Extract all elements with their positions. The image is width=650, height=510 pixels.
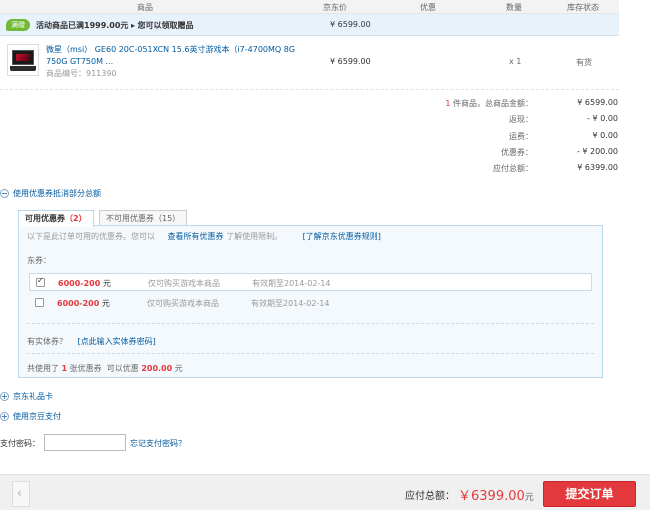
product-thumbnail[interactable] (7, 44, 39, 76)
coupon-rules-link[interactable]: [了解京东优惠券规则] (303, 232, 381, 241)
coupon-list: 6000-200 元 仅可购买游戏本商品 有效期至2014-02-14 6000… (29, 273, 592, 315)
promo-text: 活动商品已满1999.00元 ▸ 您可以领取赠品 (36, 21, 194, 30)
collapse-side-button[interactable] (12, 481, 30, 507)
summary-coupon: 优惠券： - ¥ 200.00 (501, 147, 618, 157)
coupon-panel: 以下是此订单可用的优惠券。您可以 查看所有优惠券 了解使用限制。 [了解京东优惠… (18, 225, 603, 378)
promo-row: 满赠 活动商品已满1999.00元 ▸ 您可以领取赠品 ¥ 6599.00 (0, 14, 619, 36)
footer-payable-label: 应付总额： (405, 491, 455, 502)
footer-payable-amount: ￥6399.00元 (458, 489, 534, 504)
coupon-item[interactable]: 6000-200 元 仅可购买游戏本商品 有效期至2014-02-14 (29, 273, 592, 291)
physical-coupon-row: 有实体券？ [点此输入实体券密码] (27, 337, 156, 346)
promo-price: ¥ 6599.00 (330, 20, 371, 29)
pay-password-label: 支付密码： (0, 439, 40, 448)
promo-badge: 满赠 (6, 19, 30, 31)
pay-password-input[interactable] (44, 434, 126, 451)
divider (27, 353, 594, 354)
col-discount: 优惠 (420, 3, 436, 12)
product-row: 微星（msi） GE60 20C-051XCN 15.6英寸游戏本（i7-470… (0, 36, 619, 90)
tab-unavailable-coupons[interactable]: 不可用优惠券（15） (99, 210, 188, 226)
table-header: 商品 京东价 优惠 数量 库存状态 (0, 0, 619, 14)
view-all-coupons-link[interactable]: 查看所有优惠券 (168, 232, 224, 241)
page-right-margin (636, 0, 650, 474)
product-quantity: x 1 (509, 57, 522, 66)
enter-physical-coupon-link[interactable]: [点此输入实体券密码] (78, 337, 156, 346)
coupon-note: 以下是此订单可用的优惠券。您可以 查看所有优惠券 了解使用限制。 [了解京东优惠… (27, 232, 381, 241)
jingdou-toggle[interactable]: 使用京豆支付 (0, 411, 61, 423)
product-name-link[interactable]: 微星（msi） GE60 20C-051XCN 15.6英寸游戏本（i7-470… (46, 44, 296, 68)
coupon-checkbox[interactable] (36, 276, 45, 287)
product-stock: 有货 (576, 58, 592, 67)
expand-icon (0, 412, 9, 421)
summary-goods-total: 1 件商品，总商品金额： ¥ 6599.00 (445, 98, 618, 108)
product-code: 商品编号：911390 (46, 69, 117, 78)
col-jd-price: 京东价 (323, 3, 347, 12)
summary-payable: 应付总额： ¥ 6399.00 (493, 163, 618, 173)
col-quantity: 数量 (506, 3, 522, 12)
coupon-checkbox[interactable] (35, 298, 44, 307)
divider (27, 323, 594, 324)
giftcard-toggle[interactable]: 京东礼品卡 (0, 391, 53, 403)
col-stock: 库存状态 (567, 3, 599, 12)
expand-icon (0, 392, 9, 401)
checkout-footer: 应付总额： ￥6399.00元 提交订单 (0, 474, 650, 510)
summary-cashback: 返现： - ¥ 0.00 (509, 114, 618, 124)
submit-order-button[interactable]: 提交订单 (543, 481, 636, 507)
forgot-password-link[interactable]: 忘记支付密码？ (130, 438, 186, 449)
coupon-section-toggle[interactable]: 使用优惠券抵消部分总额 (0, 188, 101, 200)
claim-gift-link[interactable]: 您可以领取赠品 (138, 21, 194, 30)
dongquan-label: 东券： (27, 256, 51, 265)
summary-shipping: 运费： ¥ 0.00 (509, 131, 618, 141)
collapse-icon (0, 189, 9, 198)
coupon-item[interactable]: 6000-200 元 仅可购买游戏本商品 有效期至2014-02-14 (29, 294, 592, 312)
product-price: ¥ 6599.00 (330, 57, 371, 66)
col-product: 商品 (137, 3, 153, 12)
coupon-usage-summary: 共使用了 1 张优惠券 可以优惠 200.00 元 (27, 364, 183, 373)
tab-available-coupons[interactable]: 可用优惠券（2） (18, 210, 94, 227)
